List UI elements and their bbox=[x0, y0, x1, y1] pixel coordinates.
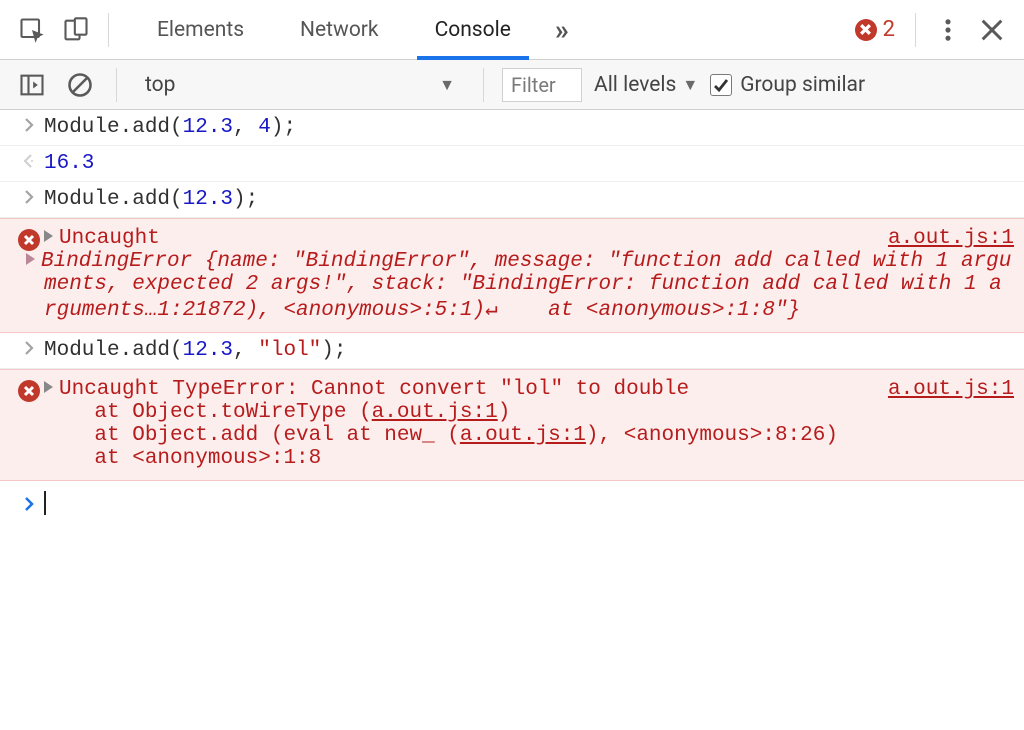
console-error-line[interactable]: a.out.js:1Uncaught TypeError: Cannot con… bbox=[0, 369, 1024, 481]
source-link[interactable]: a.out.js:1 bbox=[372, 401, 498, 424]
separator bbox=[116, 68, 117, 102]
console-return-line[interactable]: 16.3 bbox=[0, 146, 1024, 182]
console-input-line[interactable]: Module.add(12.3); bbox=[0, 182, 1024, 218]
error-count-badge[interactable]: 2 bbox=[855, 17, 901, 42]
device-toggle-icon[interactable] bbox=[58, 12, 94, 48]
source-link[interactable]: a.out.js:1 bbox=[888, 378, 1014, 401]
tab-elements[interactable]: Elements bbox=[129, 0, 272, 59]
return-value: 16.3 bbox=[44, 152, 1014, 175]
separator bbox=[915, 13, 916, 47]
devtools-tabbar: Elements Network Console » 2 bbox=[0, 0, 1024, 60]
expand-icon[interactable] bbox=[44, 381, 53, 393]
log-levels-select[interactable]: All levels ▼ bbox=[594, 73, 698, 97]
input-chevron-icon bbox=[14, 116, 44, 132]
group-similar-toggle[interactable]: Group similar bbox=[710, 73, 865, 97]
input-chevron-icon bbox=[14, 339, 44, 355]
expand-icon[interactable] bbox=[26, 253, 35, 265]
tab-console[interactable]: Console bbox=[407, 0, 539, 59]
group-label: Group similar bbox=[740, 73, 865, 97]
error-body: a.out.js:1Uncaught TypeError: Cannot con… bbox=[44, 378, 1014, 470]
source-link[interactable]: a.out.js:1 bbox=[888, 227, 1014, 250]
more-tabs-icon[interactable]: » bbox=[539, 0, 585, 59]
separator bbox=[108, 13, 109, 47]
console-input-line[interactable]: Module.add(12.3, 4); bbox=[0, 110, 1024, 146]
kebab-menu-icon[interactable] bbox=[930, 12, 966, 48]
expand-icon[interactable] bbox=[44, 230, 53, 242]
input-code: Module.add(12.3, "lol"); bbox=[44, 339, 1014, 362]
chevron-down-icon: ▼ bbox=[439, 75, 455, 95]
console-prompt[interactable] bbox=[0, 481, 1024, 525]
close-icon[interactable] bbox=[974, 12, 1010, 48]
source-link[interactable]: a.out.js:1 bbox=[460, 424, 586, 447]
checkbox-checked-icon bbox=[710, 74, 732, 96]
clear-console-icon[interactable] bbox=[62, 67, 98, 103]
console-toolbar: top ▼ Filter All levels ▼ Group similar bbox=[0, 60, 1024, 110]
inspect-icon[interactable] bbox=[14, 12, 50, 48]
tabs: Elements Network Console » bbox=[129, 0, 585, 59]
separator bbox=[483, 68, 484, 102]
input-code: Module.add(12.3, 4); bbox=[44, 116, 1014, 139]
context-select[interactable]: top ▼ bbox=[135, 67, 465, 103]
filter-placeholder: Filter bbox=[511, 73, 556, 97]
filter-input[interactable]: Filter bbox=[502, 68, 582, 102]
chevron-down-icon: ▼ bbox=[682, 75, 698, 95]
input-code: Module.add(12.3); bbox=[44, 188, 1014, 211]
input-chevron-icon bbox=[14, 188, 44, 204]
levels-label: All levels bbox=[594, 73, 676, 97]
tab-network[interactable]: Network bbox=[272, 0, 407, 59]
error-icon bbox=[14, 378, 44, 470]
error-body: a.out.js:1Uncaught BindingError {name: "… bbox=[44, 227, 1014, 322]
error-icon bbox=[855, 19, 877, 41]
console-input-line[interactable]: Module.add(12.3, "lol"); bbox=[0, 333, 1024, 369]
error-count: 2 bbox=[883, 17, 895, 42]
text-caret bbox=[44, 491, 46, 515]
console-log: Module.add(12.3, 4); 16.3 Module.add(12.… bbox=[0, 110, 1024, 525]
console-error-line[interactable]: a.out.js:1Uncaught BindingError {name: "… bbox=[0, 218, 1024, 333]
return-chevron-icon bbox=[14, 152, 44, 168]
error-icon bbox=[14, 227, 44, 322]
prompt-chevron-icon bbox=[14, 495, 44, 511]
show-sidebar-icon[interactable] bbox=[14, 67, 50, 103]
context-value: top bbox=[145, 73, 175, 97]
